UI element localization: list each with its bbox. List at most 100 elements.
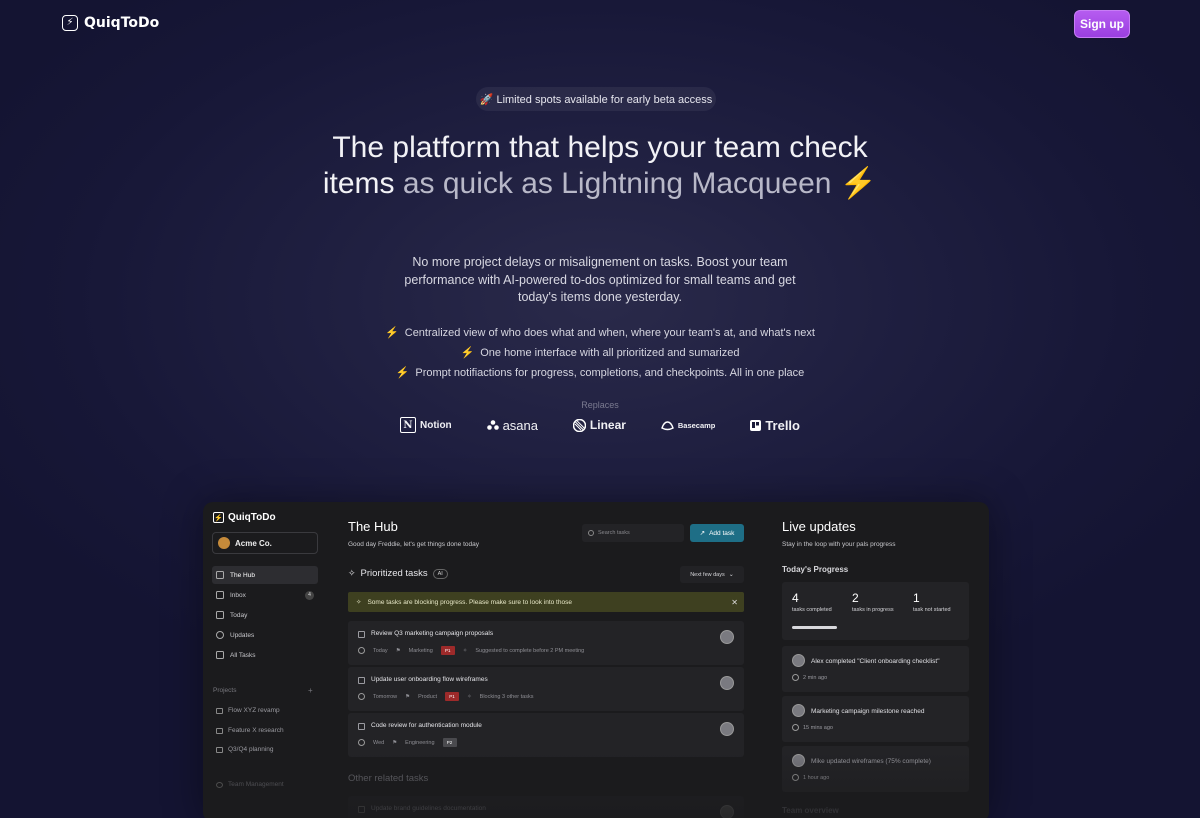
search-input[interactable]: Search tasks — [582, 524, 684, 542]
sidebar-item-inbox[interactable]: Inbox 4 — [212, 586, 318, 604]
folder-icon — [216, 707, 223, 714]
stat-label: tasks completed — [792, 607, 832, 613]
add-task-button[interactable]: ↗ Add task — [690, 524, 744, 542]
update-text: Alex completed "Client onboarding checkl… — [811, 658, 940, 665]
progress-bar — [792, 626, 837, 629]
stat-label: task not started — [913, 607, 951, 613]
feature-text: Prompt notifiactions for progress, compl… — [415, 367, 805, 379]
bolt-icon: ⚡ — [460, 347, 475, 359]
sparkle-icon: ✧ — [467, 693, 472, 700]
basecamp-icon — [661, 420, 674, 430]
asana-name: asana — [502, 417, 538, 433]
live-updates-title: Live updates — [782, 519, 856, 534]
task-row[interactable]: Review Q3 marketing campaign proposals T… — [348, 621, 744, 665]
clock-icon — [358, 647, 365, 654]
app-sidebar: ⚡ QuiqToDo Acme Co. The Hub Inbox 4 Toda… — [203, 502, 327, 818]
sidebar-project[interactable]: Flow XYZ revamp — [216, 707, 280, 714]
feature-text: Centralized view of who does what and wh… — [404, 327, 815, 339]
update-item[interactable]: Marketing campaign milestone reached 15 … — [782, 696, 969, 742]
sidebar-item-today[interactable]: Today — [212, 606, 318, 624]
task-row[interactable]: Update user onboarding flow wireframes T… — [348, 667, 744, 711]
search-icon — [588, 530, 594, 536]
beta-badge: 🚀 Limited spots available for early beta… — [476, 87, 716, 111]
update-time: 2 min ago — [803, 674, 828, 681]
task-checkbox[interactable] — [358, 631, 365, 638]
gear-icon — [216, 781, 223, 788]
tasks-icon — [216, 651, 224, 659]
task-note: Blocking 3 other tasks — [479, 693, 534, 700]
bolt-logo-icon: ⚡ — [213, 512, 224, 523]
task-tag: Engineering — [405, 739, 435, 746]
update-time: 1 hour ago — [803, 774, 830, 781]
sidebar-item-label: The Hub — [230, 571, 255, 579]
stat-number: 4 — [792, 591, 799, 605]
stat-label: tasks in progress — [852, 607, 894, 613]
close-icon[interactable]: ✕ — [731, 598, 738, 607]
task-checkbox[interactable] — [358, 723, 365, 730]
brand-logo[interactable]: ⚡ QuiqToDo — [62, 15, 159, 31]
basecamp-logo: Basecamp — [661, 420, 715, 431]
sidebar-item-the-hub[interactable]: The Hub — [212, 566, 318, 584]
task-due: Wed — [373, 739, 385, 746]
task-tag: Product — [418, 693, 438, 700]
sparkle-icon: ✧ — [348, 568, 356, 578]
clock-icon — [792, 724, 799, 731]
add-task-label: Add task — [709, 529, 735, 537]
headline-part2: as quick as Lightning Macqueen — [402, 167, 832, 200]
task-row[interactable]: Update brand guidelines documentation — [348, 796, 744, 818]
add-project-button[interactable]: + — [308, 686, 313, 695]
task-checkbox[interactable] — [358, 677, 365, 684]
signup-button[interactable]: Sign up — [1074, 10, 1130, 38]
clock-icon — [358, 693, 365, 700]
update-item[interactable]: Alex completed "Client onboarding checkl… — [782, 646, 969, 692]
feature-item: ⚡ Prompt notifiactions for progress, comp… — [300, 366, 900, 379]
date-range-dropdown[interactable]: Next few days ⌄ — [680, 566, 744, 583]
trello-logo: Trello — [750, 418, 800, 433]
workspace-selector[interactable]: Acme Co. — [212, 532, 318, 554]
update-text: Mike updated wireframes (75% complete) — [811, 758, 931, 765]
sidebar-item-label: All Tasks — [230, 651, 256, 659]
team-management-item[interactable]: Team Management — [216, 781, 284, 788]
task-row[interactable]: Code review for authentication module We… — [348, 713, 744, 757]
priority-badge: P1 — [445, 692, 460, 701]
calendar-icon — [216, 611, 224, 619]
task-due: Tomorrow — [373, 693, 398, 700]
assignee-avatar — [720, 676, 734, 690]
sidebar-item-all-tasks[interactable]: All Tasks — [212, 646, 318, 664]
flag-icon: ⚑ — [392, 739, 398, 746]
task-due: Today — [373, 647, 388, 654]
clock-icon — [792, 674, 799, 681]
task-tag: Marketing — [408, 647, 433, 654]
bolt-logo-icon: ⚡ — [62, 15, 78, 31]
project-name: Q3/Q4 planning — [228, 746, 274, 753]
task-title: Code review for authentication module — [371, 722, 482, 729]
task-checkbox[interactable] — [358, 806, 365, 813]
progress-stats-card: 4 tasks completed 2 tasks in progress 1 … — [782, 582, 969, 640]
project-name: Flow XYZ revamp — [228, 707, 280, 714]
priority-badge: P1 — [440, 646, 455, 655]
linear-name: Linear — [589, 418, 626, 432]
update-item[interactable]: Mike updated wireframes (75% complete) 1… — [782, 746, 969, 792]
sidebar-project[interactable]: Feature X research — [216, 727, 284, 734]
other-tasks-heading: Other related tasks — [348, 773, 429, 784]
hub-icon — [216, 571, 224, 579]
sparkle-icon: ✧ — [462, 647, 468, 654]
trello-icon — [750, 419, 762, 431]
app-logo[interactable]: ⚡ QuiqToDo — [213, 512, 276, 523]
task-note: Suggested to complete before 2 PM meetin… — [475, 647, 585, 654]
search-placeholder: Search tasks — [598, 530, 630, 536]
trello-name: Trello — [765, 417, 800, 433]
arrow-up-right-icon: ↗ — [699, 530, 706, 537]
clock-icon — [358, 739, 365, 746]
team-management-label: Team Management — [228, 781, 284, 788]
task-title: Update brand guidelines documentation — [371, 805, 486, 812]
sidebar-item-updates[interactable]: Updates — [212, 626, 318, 644]
todays-progress-heading: Today's Progress — [782, 565, 849, 574]
sidebar-item-label: Inbox — [230, 591, 246, 599]
blocking-alert: ✧ Some tasks are blocking progress. Plea… — [348, 592, 744, 612]
linear-icon — [572, 418, 586, 432]
live-updates-subtitle: Stay in the loop with your pals progress — [782, 541, 896, 548]
sidebar-project[interactable]: Q3/Q4 planning — [216, 746, 274, 753]
avatar — [792, 704, 805, 717]
feature-item: ⚡ One home interface with all prioritized… — [300, 346, 900, 359]
